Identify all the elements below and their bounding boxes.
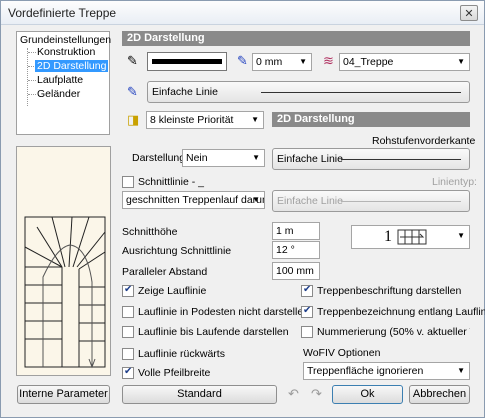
- settings-tree: Grundeinstellungen Konstruktion 2D Darst…: [16, 31, 111, 135]
- section-header-2d-darstellung: 2D Darstellung: [122, 31, 470, 46]
- line-style-icon: ✎: [127, 84, 138, 99]
- line-style-label: Einfache Linie: [152, 86, 218, 98]
- darstellung-select[interactable]: Nein ▼: [182, 149, 265, 167]
- lauflinie-laufende-label: Lauflinie bis Laufende darstellen: [138, 326, 289, 338]
- priority-icon: ◨: [127, 112, 140, 127]
- line-weight-select[interactable]: 0 mm ▼: [252, 53, 312, 71]
- title-bar[interactable]: Vordefinierte Treppe ✕: [1, 1, 484, 25]
- treppenbezeichnung-label: Treppenbezeichnung entlang Lauflinie: [317, 306, 485, 318]
- tree-item-gelaender[interactable]: Geländer: [37, 88, 80, 100]
- lauflinie-rueckwaerts-checkbox[interactable]: [122, 348, 134, 360]
- wofiv-label: WoFIV Optionen: [303, 347, 381, 359]
- darstellung-value: Nein: [186, 152, 208, 164]
- zeige-lauflinie-label: Zeige Lauflinie: [138, 285, 207, 297]
- tree-item-konstruktion[interactable]: Konstruktion: [37, 46, 95, 58]
- rohstufen-caption: Rohstufenvorderkante: [372, 135, 476, 147]
- abstand-label: Paralleler Abstand: [122, 266, 208, 278]
- tree-item-laufplatte[interactable]: Laufplatte: [37, 74, 83, 86]
- dialog-window: Vordefinierte Treppe ✕ Grundeinstellunge…: [0, 0, 485, 418]
- volle-pfeilbreite-label: Volle Pfeilbreite: [138, 367, 211, 379]
- chevron-down-icon: ▼: [252, 195, 260, 204]
- line-style-button[interactable]: Einfache Linie: [147, 81, 470, 103]
- treppenbezeichnung-checkbox[interactable]: [301, 305, 313, 318]
- abbrechen-button[interactable]: Abbrechen: [409, 385, 470, 404]
- schnitthoehe-input[interactable]: 1 m: [272, 222, 320, 240]
- abstand-input[interactable]: 100 mm: [272, 262, 320, 280]
- close-button[interactable]: ✕: [460, 5, 478, 21]
- stair-plan-drawing: [24, 216, 106, 369]
- nummerierung-label: Nummerierung (50% v. aktueller Texthöhe): [317, 326, 470, 338]
- nummerierung-checkbox[interactable]: [301, 326, 313, 338]
- redo-icon[interactable]: ↷: [311, 387, 322, 401]
- lauflinie-podeste-checkbox[interactable]: [122, 306, 134, 318]
- chevron-down-icon: ▼: [457, 57, 465, 66]
- darstellung-label: Darstellung:: [132, 152, 189, 164]
- schnitthoehe-label: Schnitthöhe: [122, 226, 178, 238]
- schnittlinie-mode-value: geschnitten Treppenlauf darunter: [126, 194, 265, 206]
- layer-select[interactable]: 04_Treppe ▼: [339, 53, 470, 71]
- chevron-down-icon: ▼: [251, 115, 259, 124]
- section-header-2d-darstellung-right: 2D Darstellung: [272, 112, 470, 127]
- tree-item-2d-darstellung[interactable]: 2D Darstellung: [35, 60, 109, 72]
- line-weight-value: 0 mm: [256, 56, 283, 68]
- rohstufen-line-style-button[interactable]: Einfache Linie: [272, 148, 470, 170]
- linientyp-value: Einfache Linie: [277, 195, 343, 207]
- pen-icon[interactable]: ✎: [127, 54, 138, 68]
- lauflinie-rueckwaerts-label: Lauflinie rückwärts: [138, 348, 225, 360]
- layer-value: 04_Treppe: [343, 56, 394, 68]
- undo-icon[interactable]: ↶: [288, 387, 299, 401]
- line-weight-icon: ✎: [237, 53, 248, 68]
- ausrichtung-label: Ausrichtung Schnittlinie: [122, 245, 232, 257]
- chevron-down-icon: ▼: [457, 231, 465, 240]
- lauflinie-laufende-checkbox[interactable]: [122, 326, 134, 338]
- window-title: Vordefinierte Treppe: [8, 6, 117, 20]
- chevron-down-icon: ▼: [299, 57, 307, 66]
- interne-parameter-button[interactable]: Interne Parameter: [17, 385, 110, 404]
- linientyp-label: Linientyp:: [432, 176, 477, 188]
- chevron-down-icon: ▼: [457, 366, 465, 375]
- priority-value: 8 kleinste Priorität: [150, 114, 234, 126]
- schnittlinie-mode-select[interactable]: geschnitten Treppenlauf darunter ▼: [122, 191, 265, 209]
- standard-button[interactable]: Standard: [122, 385, 277, 404]
- stair-symbol-select[interactable]: 1 ▼: [351, 225, 470, 249]
- chevron-down-icon: ▼: [252, 153, 260, 162]
- treppenbeschriftung-label: Treppenbeschriftung darstellen: [317, 285, 462, 297]
- pen-color-button[interactable]: [147, 52, 227, 71]
- stair-symbol-number: 1: [384, 228, 392, 245]
- stair-preview: [16, 146, 111, 376]
- volle-pfeilbreite-checkbox[interactable]: [122, 366, 134, 379]
- zeige-lauflinie-checkbox[interactable]: [122, 284, 134, 297]
- rohstufen-line-style-label: Einfache Linie: [277, 153, 343, 165]
- schnittlinie-label: Schnittlinie - _: [138, 176, 204, 188]
- ok-button[interactable]: Ok: [332, 385, 403, 404]
- tree-root-grundeinstellungen[interactable]: Grundeinstellungen: [20, 34, 111, 46]
- schnittlinie-checkbox[interactable]: [122, 176, 134, 188]
- lauflinie-podeste-label: Lauflinie in Podesten nicht darstellen: [138, 306, 310, 318]
- stair-symbol-icon: [397, 229, 427, 245]
- treppenbeschriftung-checkbox[interactable]: [301, 284, 313, 297]
- linientyp-button[interactable]: Einfache Linie: [272, 190, 470, 212]
- close-icon: ✕: [464, 7, 474, 20]
- priority-select[interactable]: 8 kleinste Priorität ▼: [146, 111, 264, 129]
- wofiv-select[interactable]: Treppenfläche ignorieren ▼: [303, 362, 470, 380]
- wofiv-value: Treppenfläche ignorieren: [307, 365, 424, 377]
- layer-icon: ≋: [323, 53, 334, 68]
- ausrichtung-input[interactable]: 12 °: [272, 241, 320, 259]
